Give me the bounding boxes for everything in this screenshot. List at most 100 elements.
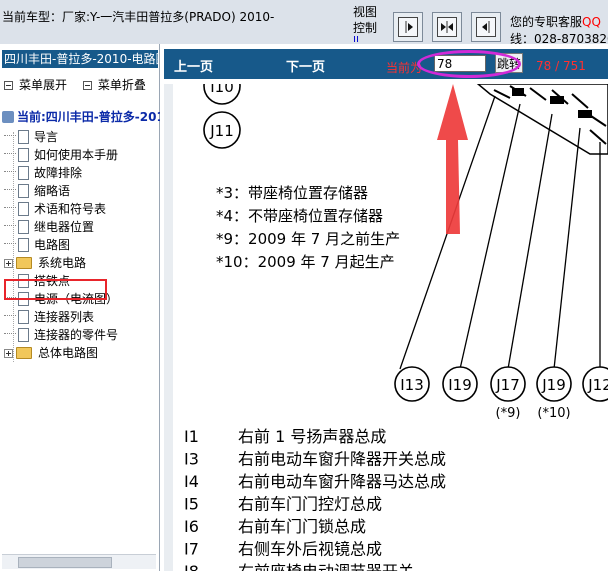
document-icon — [16, 310, 29, 324]
hide-sidebar-button[interactable] — [471, 12, 501, 42]
menu-expand-button[interactable]: 菜单展开 — [4, 76, 67, 93]
folder-icon — [16, 257, 32, 269]
menu-actions: 菜单展开 菜单折叠 — [4, 76, 146, 93]
connector-j12: J12 — [582, 366, 608, 402]
connector-i13: I13 — [394, 366, 430, 402]
expand-toggle-icon[interactable] — [4, 349, 13, 358]
sidebar-item-label: 导言 — [34, 130, 59, 144]
connector-legend: I1 右前 1 号扬声器总成 I3 右前电动车窗升降器开关总成 I4 右前电动车窗升降器马… — [184, 427, 446, 571]
legend-name: 右前车门门锁总成 — [238, 517, 366, 536]
page-navigation-bar: 上一页 下一页 当前为 跳转 78 / 751 — [164, 49, 608, 79]
diagram-note: *4：不带座椅位置存储器 — [216, 207, 383, 225]
connector-label: J19 — [541, 376, 566, 394]
expand-icon — [4, 81, 13, 90]
legend-row: I6 右前车门门锁总成 — [184, 517, 366, 536]
sidebar-item[interactable]: 术语和符号表 — [4, 200, 106, 218]
legend-row: I1 右前 1 号扬声器总成 — [184, 427, 386, 446]
diagram-notes: *3：带座椅位置存储器 *4：不带座椅位置存储器 *9：2009 年 7 月之前生产… — [216, 184, 400, 271]
sidebar-item[interactable]: 连接器的零件号 — [4, 326, 118, 344]
scrollbar-thumb[interactable] — [18, 557, 112, 568]
legend-code: I6 — [184, 517, 199, 536]
sidebar-horizontal-scrollbar[interactable] — [2, 554, 156, 569]
document-icon — [16, 148, 29, 162]
sidebar-item[interactable]: 故障排除 — [4, 164, 82, 182]
diagram-note: *3：带座椅位置存储器 — [216, 184, 368, 202]
document-icon — [16, 238, 29, 252]
connector-note: (*10) — [537, 406, 570, 421]
view-control-link[interactable]: li — [353, 36, 367, 42]
sidebar: 四川丰田-普拉多-2010-电路图 菜单展开 菜单折叠 当前:四川丰田-普拉多-… — [0, 44, 173, 571]
sidebar-item[interactable]: 总体电路图 — [4, 344, 98, 362]
document-icon — [16, 130, 29, 144]
connector-label: J17 — [495, 376, 520, 394]
sidebar-item[interactable]: 缩略语 — [4, 182, 70, 200]
connector-label: J11 — [209, 122, 234, 140]
tree-connector-line — [4, 225, 16, 227]
document-icon — [16, 220, 29, 234]
legend-name: 右前 1 号扬声器总成 — [238, 427, 386, 446]
next-page-button[interactable]: 下一页 — [286, 56, 325, 75]
legend-row: I3 右前电动车窗升降器开关总成 — [184, 450, 446, 469]
sidebar-title: 四川丰田-普拉多-2010-电路图 — [2, 50, 158, 68]
document-icon — [16, 184, 29, 198]
sidebar-item-label: 继电器位置 — [34, 220, 95, 234]
legend-code: I4 — [184, 472, 199, 491]
sidebar-item[interactable]: 如何使用本手册 — [4, 146, 118, 164]
arrow-left-icon — [482, 21, 490, 33]
tree-connector-line — [4, 153, 16, 155]
connector-j11: J11 — [203, 111, 241, 149]
legend-row: I5 右前车门门控灯总成 — [184, 495, 382, 514]
legend-row: I7 右侧车外后视镜总成 — [184, 540, 382, 559]
connector-label: J12 — [587, 376, 608, 394]
page-input-highlight — [417, 50, 521, 78]
view-control-label: 视图 控制 li — [353, 4, 377, 42]
sidebar-item[interactable]: 系统电路 — [4, 254, 86, 272]
sidebar-item[interactable]: 导言 — [4, 128, 58, 146]
connector-j19: J19 (*10) — [536, 366, 572, 421]
sidebar-item-label: 连接器列表 — [34, 310, 95, 324]
sidebar-item[interactable]: 电路图 — [4, 236, 70, 254]
document-icon — [16, 166, 29, 180]
legend-name: 右前电动车窗升降器开关总成 — [238, 450, 446, 469]
legend-code: I1 — [184, 427, 199, 446]
connector-label: I10 — [210, 84, 234, 96]
expand-toggle-icon[interactable] — [4, 259, 13, 268]
sidebar-item-label: 系统电路 — [38, 256, 87, 270]
show-sidebar-button[interactable] — [393, 12, 423, 42]
support-phone: 线：028-87038200 — [510, 32, 608, 44]
collapse-icon — [82, 81, 92, 90]
connector-label: I19 — [448, 376, 472, 394]
sidebar-item-label: 总体电路图 — [38, 346, 99, 360]
document-viewer: 上一页 下一页 当前为 跳转 78 / 751 I10 J11 *3：带座椅位置存… — [160, 44, 608, 571]
qq-link[interactable]: QQ — [582, 15, 601, 29]
legend-code: I5 — [184, 495, 199, 514]
connector-j17: J17 (*9) — [490, 366, 526, 421]
connector-i19: I19 — [442, 366, 478, 402]
tree-connector-line — [4, 243, 16, 245]
tree-connector-line — [4, 189, 16, 191]
prev-page-button[interactable]: 上一页 — [174, 56, 213, 75]
sidebar-item-label: 术语和符号表 — [34, 202, 107, 216]
sidebar-item[interactable]: 连接器列表 — [4, 308, 94, 326]
sidebar-item[interactable]: 继电器位置 — [4, 218, 94, 236]
red-arrow-annotation — [437, 84, 468, 234]
folder-icon — [16, 347, 32, 359]
tree-connector-line — [4, 333, 16, 335]
sidebar-item-label: 连接器的零件号 — [34, 328, 119, 342]
menu-collapse-button[interactable]: 菜单折叠 — [82, 76, 146, 93]
document-icon — [16, 202, 29, 216]
bottom-connectors: I13 I19 J17 (*9) J19 (*10) J12 — [394, 366, 608, 421]
sidebar-item-label: 电路图 — [34, 238, 71, 252]
customer-service-info: 您的专职客服QQ 线：028-87038200 — [510, 14, 608, 44]
current-vehicle-label: 当前车型：厂家:Y-一汽丰田普拉多(PRADO) 2010- — [2, 10, 275, 24]
connector-harness — [476, 84, 608, 155]
arrow-right-icon — [405, 21, 413, 33]
wiring-diagram: I10 J11 *3：带座椅位置存储器 *4：不带座椅位置存储器 *9：2009 年 … — [184, 84, 608, 571]
diagram-note: *10：2009 年 7 月起生产 — [216, 253, 395, 271]
connector-note: (*9) — [496, 406, 521, 421]
top-connectors: I10 J11 — [203, 84, 241, 149]
tree-root[interactable]: 当前:四川丰田-普拉多-2010 — [2, 108, 173, 125]
legend-name: 右前电动车窗升降器马达总成 — [238, 472, 446, 491]
split-arrows-icon — [441, 21, 453, 33]
split-view-button[interactable] — [432, 12, 462, 42]
